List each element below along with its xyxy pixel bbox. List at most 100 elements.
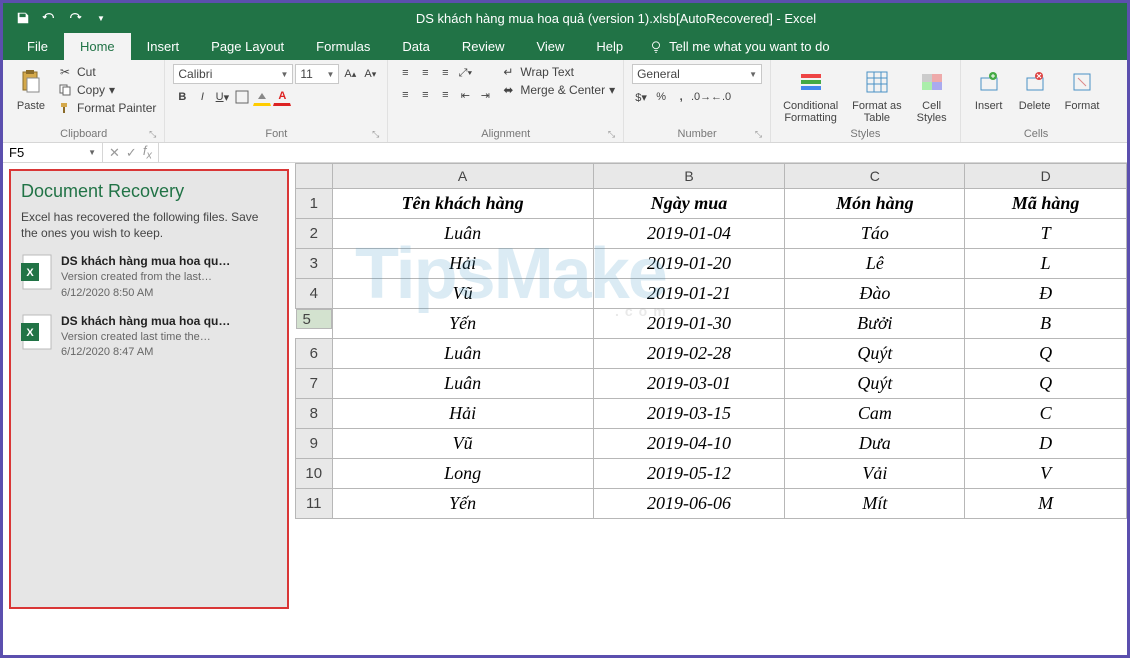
cell[interactable]: Táo bbox=[785, 219, 965, 249]
cell[interactable]: Món hàng bbox=[785, 189, 965, 219]
cell[interactable]: 2019-01-30 bbox=[593, 309, 785, 339]
align-top-button[interactable]: ≡ bbox=[396, 64, 414, 82]
recovery-item[interactable]: XDS khách hàng mua hoa qu…Version create… bbox=[21, 313, 277, 361]
enter-formula-icon[interactable]: ✓ bbox=[126, 145, 137, 161]
tab-formulas[interactable]: Formulas bbox=[300, 33, 386, 60]
cell[interactable]: T bbox=[965, 219, 1127, 249]
cell-styles-button[interactable]: Cell Styles bbox=[912, 64, 952, 126]
cell[interactable]: D bbox=[965, 429, 1127, 459]
align-right-button[interactable]: ≡ bbox=[436, 86, 454, 104]
cell[interactable]: Tên khách hàng bbox=[332, 189, 593, 219]
cell[interactable]: Lê bbox=[785, 249, 965, 279]
cell[interactable]: 2019-06-06 bbox=[593, 489, 785, 519]
cell[interactable]: 2019-02-28 bbox=[593, 339, 785, 369]
paste-button[interactable]: Paste bbox=[11, 64, 51, 114]
cell[interactable]: M bbox=[965, 489, 1127, 519]
currency-button[interactable]: $▾ bbox=[632, 88, 650, 106]
redo-icon[interactable] bbox=[65, 8, 85, 28]
decrease-decimal-button[interactable]: ←.0 bbox=[712, 88, 730, 106]
cell[interactable]: 2019-01-04 bbox=[593, 219, 785, 249]
row-header[interactable]: 2 bbox=[296, 219, 333, 249]
comma-button[interactable]: , bbox=[672, 88, 690, 106]
wrap-text-button[interactable]: ↵Wrap Text bbox=[500, 64, 615, 80]
tab-file[interactable]: File bbox=[11, 33, 64, 60]
insert-cells-button[interactable]: Insert bbox=[969, 64, 1009, 114]
cell[interactable]: Q bbox=[965, 369, 1127, 399]
italic-button[interactable]: I bbox=[193, 88, 211, 106]
tell-me[interactable]: Tell me what you want to do bbox=[639, 33, 839, 60]
row-header[interactable]: 11 bbox=[296, 489, 333, 519]
fill-color-button[interactable] bbox=[253, 88, 271, 106]
col-header-D[interactable]: D bbox=[965, 164, 1127, 189]
cell[interactable]: Vũ bbox=[332, 279, 593, 309]
cell[interactable]: Dưa bbox=[785, 429, 965, 459]
cell[interactable]: 2019-03-01 bbox=[593, 369, 785, 399]
cell[interactable]: 2019-04-10 bbox=[593, 429, 785, 459]
cell[interactable]: Luân bbox=[332, 339, 593, 369]
tab-review[interactable]: Review bbox=[446, 33, 521, 60]
number-launcher-icon[interactable]: ⤡ bbox=[755, 129, 762, 140]
cell[interactable]: 2019-01-21 bbox=[593, 279, 785, 309]
select-all-corner[interactable] bbox=[296, 164, 333, 189]
cell[interactable]: Đào bbox=[785, 279, 965, 309]
decrease-indent-button[interactable]: ⇤ bbox=[456, 86, 474, 104]
recovery-item[interactable]: XDS khách hàng mua hoa qu…Version create… bbox=[21, 253, 277, 301]
align-middle-button[interactable]: ≡ bbox=[416, 64, 434, 82]
col-header-C[interactable]: C bbox=[785, 164, 965, 189]
tab-home[interactable]: Home bbox=[64, 33, 131, 60]
formula-input[interactable] bbox=[159, 143, 1127, 162]
tab-page-layout[interactable]: Page Layout bbox=[195, 33, 300, 60]
col-header-B[interactable]: B bbox=[593, 164, 785, 189]
row-header[interactable]: 5 bbox=[296, 309, 332, 329]
cell[interactable]: Ngày mua bbox=[593, 189, 785, 219]
cell[interactable]: Quýt bbox=[785, 369, 965, 399]
underline-button[interactable]: U ▾ bbox=[213, 88, 231, 106]
cell[interactable]: Mã hàng bbox=[965, 189, 1127, 219]
row-header[interactable]: 10 bbox=[296, 459, 333, 489]
cell[interactable]: Quýt bbox=[785, 339, 965, 369]
align-bottom-button[interactable]: ≡ bbox=[436, 64, 454, 82]
undo-icon[interactable] bbox=[39, 8, 59, 28]
format-cells-button[interactable]: Format bbox=[1061, 64, 1104, 114]
conditional-formatting-button[interactable]: Conditional Formatting bbox=[779, 64, 842, 126]
delete-cells-button[interactable]: Delete bbox=[1015, 64, 1055, 114]
cell[interactable]: C bbox=[965, 399, 1127, 429]
row-header[interactable]: 8 bbox=[296, 399, 333, 429]
cell[interactable]: Đ bbox=[965, 279, 1127, 309]
cell[interactable]: Vũ bbox=[332, 429, 593, 459]
row-header[interactable]: 7 bbox=[296, 369, 333, 399]
format-painter-button[interactable]: Format Painter bbox=[57, 100, 156, 116]
save-icon[interactable] bbox=[13, 8, 33, 28]
row-header[interactable]: 1 bbox=[296, 189, 333, 219]
format-table-button[interactable]: Format as Table bbox=[848, 64, 906, 126]
col-header-A[interactable]: A bbox=[332, 164, 593, 189]
tab-data[interactable]: Data bbox=[386, 33, 445, 60]
cell[interactable]: 2019-01-20 bbox=[593, 249, 785, 279]
cut-button[interactable]: ✂Cut bbox=[57, 64, 156, 80]
cell[interactable]: Yến bbox=[332, 309, 593, 339]
orientation-button[interactable]: ⤢▾ bbox=[456, 64, 474, 82]
font-launcher-icon[interactable]: ⤡ bbox=[372, 129, 379, 140]
qat-dropdown-icon[interactable]: ▼ bbox=[91, 8, 111, 28]
cell[interactable]: Bưởi bbox=[785, 309, 965, 339]
tab-insert[interactable]: Insert bbox=[131, 33, 196, 60]
increase-indent-button[interactable]: ⇥ bbox=[476, 86, 494, 104]
cell[interactable]: V bbox=[965, 459, 1127, 489]
cell[interactable]: Hải bbox=[332, 249, 593, 279]
cell[interactable]: B bbox=[965, 309, 1127, 339]
bold-button[interactable]: B bbox=[173, 88, 191, 106]
alignment-launcher-icon[interactable]: ⤡ bbox=[608, 129, 615, 140]
number-format-select[interactable]: General▼ bbox=[632, 64, 762, 84]
decrease-font-button[interactable]: A▾ bbox=[361, 65, 379, 83]
row-header[interactable]: 9 bbox=[296, 429, 333, 459]
cell[interactable]: 2019-05-12 bbox=[593, 459, 785, 489]
cell[interactable]: 2019-03-15 bbox=[593, 399, 785, 429]
row-header[interactable]: 6 bbox=[296, 339, 333, 369]
copy-button[interactable]: Copy ▾ bbox=[57, 82, 156, 98]
cell[interactable]: Hải bbox=[332, 399, 593, 429]
name-box[interactable]: F5▼ bbox=[3, 143, 103, 162]
tab-view[interactable]: View bbox=[520, 33, 580, 60]
tab-help[interactable]: Help bbox=[580, 33, 639, 60]
percent-button[interactable]: % bbox=[652, 88, 670, 106]
font-size-select[interactable]: 11▼ bbox=[295, 64, 339, 84]
